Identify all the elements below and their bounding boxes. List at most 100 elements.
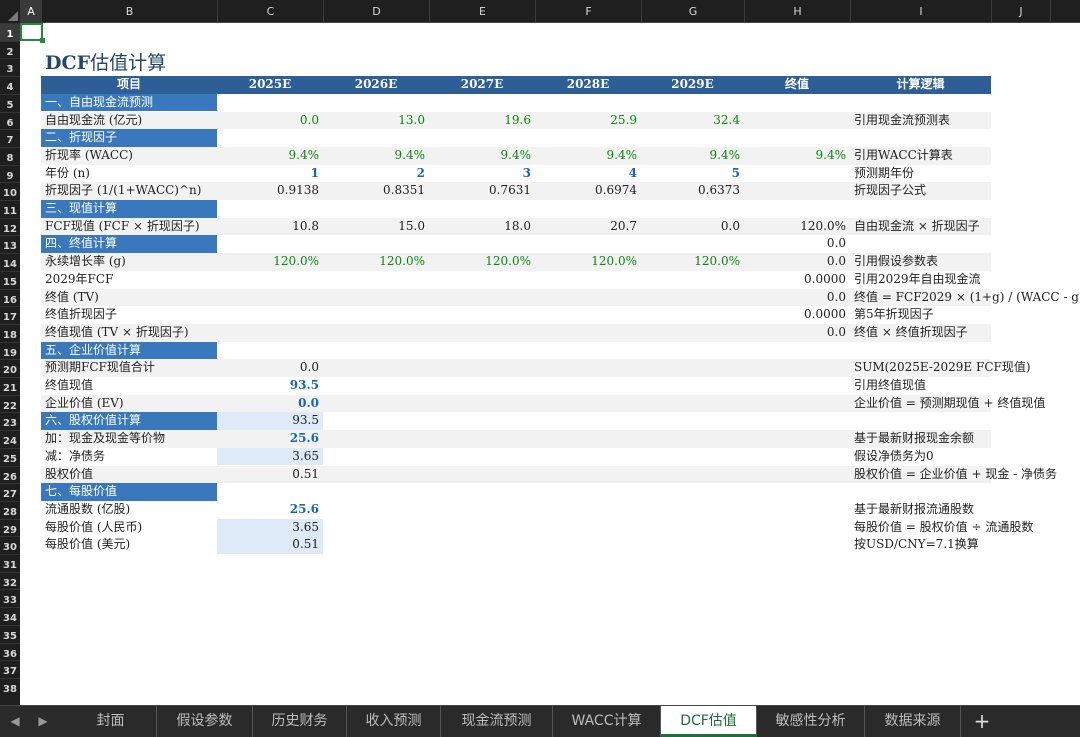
row-header-5[interactable]: 5: [0, 93, 20, 112]
cell-h17[interactable]: 0.0000: [744, 306, 850, 324]
cell-b28[interactable]: 流通股数 (亿股): [41, 501, 217, 519]
sheet-tab-4[interactable]: 收入预测: [347, 706, 441, 737]
cell-i25[interactable]: 假设净债务为0: [850, 448, 1080, 466]
row-header-16[interactable]: 16: [0, 288, 20, 307]
cell-h12[interactable]: 120.0%: [744, 218, 850, 236]
row-header-38[interactable]: 38: [0, 677, 20, 696]
table-header-f[interactable]: 2028E: [535, 76, 641, 94]
cell-b21[interactable]: 终值现值: [41, 377, 217, 395]
cell-g14[interactable]: 120.0%: [641, 253, 744, 271]
cell-b11[interactable]: 三、现值计算: [41, 200, 217, 218]
column-header-h[interactable]: H: [744, 0, 850, 23]
table-header-c[interactable]: 2025E: [217, 76, 323, 94]
cell-i8[interactable]: 引用WACC计算表: [850, 147, 1080, 165]
cell-c6[interactable]: 0.0: [217, 112, 323, 130]
cell-f12[interactable]: 20.7: [535, 218, 641, 236]
cell-c28[interactable]: 25.6: [217, 501, 323, 519]
cell-c26[interactable]: 0.51: [217, 466, 323, 484]
row-header-14[interactable]: 14: [0, 253, 20, 271]
add-sheet-button[interactable]: +: [962, 706, 1002, 737]
cell-b25[interactable]: 减：净债务: [41, 448, 217, 466]
select-all-corner[interactable]: [0, 0, 20, 23]
cell-h16[interactable]: 0.0: [744, 289, 850, 307]
cell-i18[interactable]: 终值 × 终值折现因子: [850, 324, 1080, 342]
cell-d8[interactable]: 9.4%: [323, 147, 429, 165]
cell-b17[interactable]: 终值折现因子: [41, 306, 217, 324]
cell-c20[interactable]: 0.0: [217, 359, 323, 377]
row-header-33[interactable]: 33: [0, 589, 20, 607]
cell-b23[interactable]: 六、股权价值计算: [41, 412, 217, 431]
cell-d10[interactable]: 0.8351: [323, 182, 429, 200]
cell-g10[interactable]: 0.6373: [641, 182, 744, 200]
cell-i24[interactable]: 基于最新财报现金余额: [850, 430, 1080, 448]
cell-b27[interactable]: 七、每股价值: [41, 483, 217, 501]
cell-c9[interactable]: 1: [217, 165, 323, 183]
row-header-21[interactable]: 21: [0, 377, 20, 395]
column-header-b[interactable]: B: [41, 0, 217, 23]
cell-i17[interactable]: 第5年折现因子: [850, 306, 1080, 324]
cell-b5[interactable]: 一、自由现金流预测: [41, 93, 217, 112]
row-header-30[interactable]: 30: [0, 536, 20, 554]
row-header-3[interactable]: 3: [0, 58, 20, 76]
column-header-k[interactable]: [1050, 0, 1080, 23]
cell-b15[interactable]: 2029年FCF: [41, 271, 217, 289]
row-header-20[interactable]: 20: [0, 359, 20, 377]
scroll-tabs-right-icon[interactable]: ▶: [36, 714, 50, 728]
table-header-g[interactable]: 2029E: [641, 76, 744, 94]
cell-i15[interactable]: 引用2029年自由现金流: [850, 271, 1080, 289]
row-header-11[interactable]: 11: [0, 200, 20, 218]
cell-b22[interactable]: 企业价值 (EV): [41, 395, 217, 413]
cell-c12[interactable]: 10.8: [217, 218, 323, 236]
row-header-10[interactable]: 10: [0, 182, 20, 200]
scroll-tabs-left-icon[interactable]: ◀: [8, 714, 22, 728]
cell-e12[interactable]: 18.0: [429, 218, 535, 236]
row-header-28[interactable]: 28: [0, 500, 20, 519]
cell-b20[interactable]: 预测期FCF现值合计: [41, 359, 217, 377]
cell-c23[interactable]: 93.5: [217, 412, 323, 431]
cell-i20[interactable]: SUM(2025E-2029E FCF现值): [850, 359, 1080, 377]
sheet-tab-3[interactable]: 历史财务: [253, 706, 347, 737]
row-header-25[interactable]: 25: [0, 447, 20, 466]
cell-i28[interactable]: 基于最新财报流通股数: [850, 501, 1080, 519]
cell-c10[interactable]: 0.9138: [217, 182, 323, 200]
table-header-i[interactable]: 计算逻辑: [850, 76, 991, 94]
sheet-tab-1[interactable]: 封面: [65, 706, 157, 737]
row-header-24[interactable]: 24: [0, 430, 20, 448]
cell-h14[interactable]: 0.0: [744, 253, 850, 271]
cell-i10[interactable]: 折现因子公式: [850, 182, 1080, 200]
row-header-18[interactable]: 18: [0, 323, 20, 342]
sheet-tab-2[interactable]: 假设参数: [157, 706, 253, 737]
cell-i6[interactable]: 引用现金流预测表: [850, 112, 1080, 130]
cell-c25[interactable]: 3.65: [217, 447, 323, 466]
cell-e14[interactable]: 120.0%: [429, 253, 535, 271]
cell-i16[interactable]: 终值 = FCF2029 × (1+g) / (WACC - g): [850, 289, 1080, 307]
cell-e8[interactable]: 9.4%: [429, 147, 535, 165]
row-header-27[interactable]: 27: [0, 483, 20, 501]
row-header-36[interactable]: 36: [0, 642, 20, 661]
row-header-6[interactable]: 6: [0, 111, 20, 130]
row-header-8[interactable]: 8: [0, 146, 20, 165]
cell-h15[interactable]: 0.0000: [744, 271, 850, 289]
row-header-13[interactable]: 13: [0, 235, 20, 253]
cell-h13[interactable]: 0.0: [744, 235, 850, 253]
cell-d14[interactable]: 120.0%: [323, 253, 429, 271]
cell-b30[interactable]: 每股价值 (美元): [41, 536, 217, 554]
cell-h8[interactable]: 9.4%: [744, 147, 850, 165]
column-header-i[interactable]: I: [850, 0, 991, 23]
cell-f8[interactable]: 9.4%: [535, 147, 641, 165]
cell-c21[interactable]: 93.5: [217, 377, 323, 395]
cell-b14[interactable]: 永续增长率 (g): [41, 253, 217, 271]
cell-e10[interactable]: 0.7631: [429, 182, 535, 200]
cell-h18[interactable]: 0.0: [744, 324, 850, 342]
cell-b10[interactable]: 折现因子 (1/(1+WACC)^n): [41, 182, 217, 200]
row-header-9[interactable]: 9: [0, 164, 20, 183]
row-header-34[interactable]: 34: [0, 607, 20, 625]
cell-f9[interactable]: 4: [535, 165, 641, 183]
cell-d12[interactable]: 15.0: [323, 218, 429, 236]
cell-i14[interactable]: 引用假设参数表: [850, 253, 1080, 271]
spreadsheet-grid[interactable]: DCF估值计算 项目 2025E 2026E 2027E 2028E 2029E 终值 计算逻…: [20, 23, 1080, 705]
cell-d9[interactable]: 2: [323, 165, 429, 183]
row-header-7[interactable]: 7: [0, 129, 20, 147]
cell-b7[interactable]: 二、折现因子: [41, 129, 217, 147]
row-header-35[interactable]: 35: [0, 624, 20, 643]
